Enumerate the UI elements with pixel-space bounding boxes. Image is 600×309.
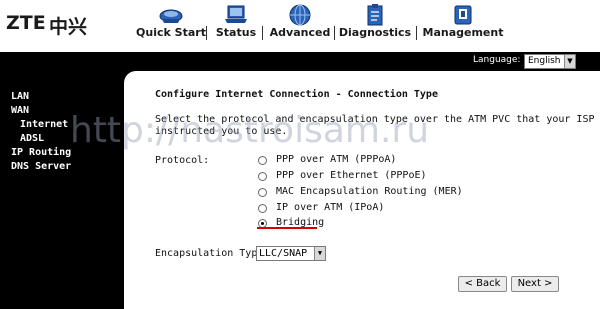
language-bar: Language: English ▼ [0,52,600,71]
sidebar-item-internet[interactable]: Internet [20,119,68,130]
quick-start-icon [159,9,183,23]
protocol-option-label: IP over ATM (IPoA) [276,202,385,213]
highlight-underline [257,227,317,229]
nav-separator [416,26,417,40]
protocol-option-label: PPP over Ethernet (PPPoE) [276,170,427,181]
sidebar-item-adsl[interactable]: ADSL [20,133,44,144]
nav-diagnostics[interactable]: Diagnostics [336,0,414,50]
sidebar-item-ip-routing[interactable]: IP Routing [11,147,71,158]
nav-status[interactable]: Status [208,0,264,50]
language-selected-value: English [528,56,561,66]
sidebar-item-wan[interactable]: WAN [11,105,29,116]
nav-separator [334,26,335,40]
device-icon [454,5,472,25]
next-button[interactable]: Next > [511,276,559,292]
radio-button[interactable] [258,172,267,181]
nav-status-label: Status [215,26,257,39]
globe-icon [289,4,311,26]
encapsulation-selected-value: LLC/SNAP [259,248,308,259]
watermark-text: http://nastroisam.ru [70,110,430,151]
sidebar: LAN WAN Internet ADSL IP Routing DNS Ser… [0,71,124,309]
laptop-icon [225,5,247,23]
sidebar-item-lan[interactable]: LAN [11,91,29,102]
encapsulation-label: Encapsulation Type: [155,248,270,259]
nav-management[interactable]: Management [418,0,508,50]
encapsulation-select[interactable]: LLC/SNAP ▼ [256,246,326,261]
nav-management-label: Management [422,26,504,39]
radio-button[interactable] [258,204,267,213]
radio-button[interactable] [258,188,267,197]
protocol-option-label: MAC Encapsulation Routing (MER) [276,186,463,197]
clipboard-icon [367,4,383,26]
nav-separator [206,26,207,40]
nav-advanced-label: Advanced [269,26,331,39]
radio-button[interactable] [258,156,267,165]
protocol-label: Protocol: [155,155,210,166]
logo-latin: ZTE [6,12,46,34]
nav-quick-start-label: Quick Start [136,26,206,39]
nav-separator [262,26,263,40]
nav-diagnostics-label: Diagnostics [338,26,412,39]
sidebar-item-dns-server[interactable]: DNS Server [11,161,71,172]
language-label: Language: [473,55,521,65]
logo-cjk: 中兴 [49,16,88,38]
language-select[interactable]: English ▼ [524,54,576,69]
page-title: Configure Internet Connection - Connecti… [155,89,438,100]
protocol-option-label: PPP over ATM (PPPoA) [276,154,397,165]
chevron-down-icon: ▼ [564,55,575,68]
header: ZTE 中兴 Quick Start Status Advanced Diagn… [0,0,600,50]
chevron-down-icon: ▼ [314,247,325,260]
zte-logo: ZTE 中兴 [6,12,106,42]
nav-quick-start[interactable]: Quick Start [124,0,218,50]
nav-advanced[interactable]: Advanced [264,0,336,50]
back-button[interactable]: < Back [458,276,507,292]
